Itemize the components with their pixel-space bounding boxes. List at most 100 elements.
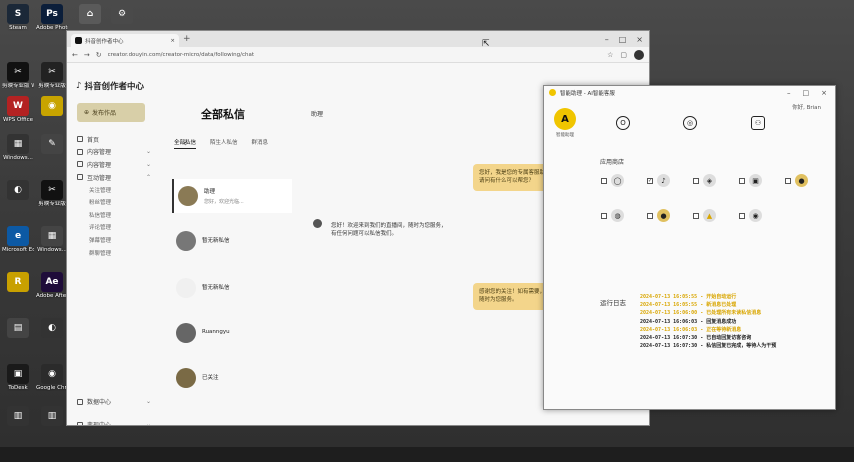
- desktop-icon[interactable]: ◐: [2, 180, 34, 201]
- conversation-name: 暂无新私信: [202, 284, 230, 291]
- desktop-icon[interactable]: ◉Google Chrome: [36, 364, 68, 391]
- desktop-icon[interactable]: ▤: [2, 318, 34, 339]
- home-icon[interactable]: O: [616, 116, 630, 130]
- app-checkbox[interactable]: [693, 177, 699, 184]
- app-item[interactable]: ▲: [693, 209, 716, 222]
- desktop-icon[interactable]: ⚙: [106, 4, 138, 25]
- desktop-icon[interactable]: ✂ 剪映专业版: [36, 62, 68, 89]
- url-field[interactable]: creator.douyin.com/creator-micro/data/fo…: [108, 52, 601, 58]
- desktop-app-icon: ◐: [41, 318, 63, 338]
- desktop-app-icon: ▤: [7, 318, 29, 338]
- app-checkbox[interactable]: ✓: [647, 177, 653, 184]
- new-tab-icon[interactable]: +: [183, 34, 191, 44]
- sidebar-item[interactable]: 互动管理 ⌃: [75, 171, 155, 184]
- back-icon[interactable]: ←: [72, 51, 78, 59]
- desktop-app-icon: ✎: [41, 134, 63, 154]
- run-log: 2024-07-13 16:05:55 - 开始自动运行 2024-07-13 1…: [640, 293, 830, 350]
- sidebar-item[interactable]: 内容管理 ⌄: [75, 146, 155, 159]
- desktop-icon[interactable]: ▣ ToDesk: [2, 364, 34, 391]
- log-label: 运行日志: [600, 299, 626, 307]
- desktop-icon[interactable]: W WPS Office: [2, 96, 34, 123]
- user-icon[interactable]: ⚇: [751, 116, 765, 130]
- filter-tab[interactable]: 陌生人私信: [210, 138, 238, 149]
- assistant-title: 智能助理 - AI智能客服: [560, 90, 615, 97]
- app-item[interactable]: ◈: [693, 174, 716, 187]
- sidebar-item-label: 群聊管理: [89, 250, 112, 257]
- desktop-icon[interactable]: ◐: [36, 318, 68, 339]
- sidebar-item[interactable]: 粉丝管理: [75, 196, 155, 209]
- sidebar-item[interactable]: 关注管理: [75, 183, 155, 196]
- app-icon: ◈: [703, 174, 716, 187]
- conversation-item[interactable]: Ruanngyu: [172, 316, 292, 350]
- desktop-app-icon: W: [7, 96, 29, 116]
- maximize-icon[interactable]: □: [619, 35, 627, 44]
- app-checkbox[interactable]: [601, 212, 607, 219]
- sidebar-item-label: 变现中心: [87, 422, 112, 426]
- forward-icon[interactable]: →: [84, 51, 90, 59]
- conversation-avatar: [178, 186, 198, 206]
- desktop-icon[interactable]: ◉: [36, 96, 68, 117]
- sidebar-item[interactable]: 弹幕管理: [75, 234, 155, 247]
- sidebar-item[interactable]: 内容管理 ⌄: [75, 158, 155, 171]
- desktop-icon[interactable]: ✂ 剪映专业版: [36, 180, 68, 207]
- app-checkbox[interactable]: [693, 212, 699, 219]
- app-item[interactable]: ◯: [601, 174, 624, 187]
- app-item[interactable]: ●: [647, 209, 670, 222]
- desktop-icon[interactable]: ▦ Windows...: [2, 134, 34, 161]
- app-checkbox[interactable]: [647, 212, 653, 219]
- conversation-text: 助理 您好，欢迎光临...: [204, 187, 282, 205]
- conversation-item[interactable]: 助理 您好，欢迎光临...: [172, 179, 292, 213]
- desktop-icon[interactable]: AeAdobe After Effects 2022: [36, 272, 68, 299]
- filter-tab[interactable]: 群消息: [252, 138, 269, 149]
- filter-tab[interactable]: 全部私信: [174, 138, 197, 149]
- chevron-icon: ⌄: [145, 421, 151, 426]
- sidebar-item[interactable]: 私信管理: [75, 209, 155, 222]
- chat-bubble: 您好！欢迎来到我们的直播间，随时为您服务，有任何问题可以私信我们。: [331, 223, 447, 238]
- maximize-icon[interactable]: □: [803, 89, 810, 97]
- message-filters: 全部私信 陌生人私信 群消息: [174, 138, 268, 149]
- app-item[interactable]: ●: [785, 174, 808, 187]
- sidebar-item[interactable]: 评论管理: [75, 221, 155, 234]
- app-checkbox[interactable]: [785, 177, 791, 184]
- settings-icon[interactable]: ◎: [683, 116, 697, 130]
- desktop-icon[interactable]: PsAdobe Photoshop: [36, 4, 68, 31]
- sidebar-item[interactable]: 数据中心 ⌄: [75, 390, 155, 413]
- bookmark-star-icon[interactable]: ☆: [607, 51, 613, 59]
- minimize-icon[interactable]: –: [605, 35, 609, 44]
- desktop-icon[interactable]: ▥: [36, 406, 68, 427]
- sidebar-item[interactable]: 变现中心 ⌄: [75, 413, 155, 426]
- desktop-icon[interactable]: S Steam: [2, 4, 34, 31]
- desktop-icon-label: Steam: [9, 25, 27, 31]
- chat-avatar: [313, 219, 322, 228]
- close-icon[interactable]: ×: [821, 89, 827, 97]
- desktop-icon[interactable]: ▥: [2, 406, 34, 427]
- sidebar-item-label: 内容管理: [87, 161, 112, 169]
- close-tab-icon[interactable]: ×: [170, 38, 175, 44]
- sidebar-item[interactable]: 群聊管理: [75, 246, 155, 259]
- profile-avatar[interactable]: [634, 49, 644, 60]
- desktop-icon[interactable]: R: [2, 272, 34, 293]
- conversation-item[interactable]: 已关注: [172, 361, 292, 395]
- conversation-item[interactable]: 暂无新私信: [172, 271, 292, 305]
- desktop-icon[interactable]: ✂剪映专业版 WeCooler: [2, 62, 34, 89]
- app-item[interactable]: ✓ ♪: [647, 174, 670, 187]
- reload-icon[interactable]: ↻: [96, 51, 102, 59]
- sidebar-item[interactable]: 首页: [75, 133, 155, 146]
- desktop-icon[interactable]: eMicrosoft Edge: [2, 226, 34, 253]
- minimize-icon[interactable]: –: [787, 89, 791, 97]
- desktop-icon[interactable]: ✎: [36, 134, 68, 155]
- app-item[interactable]: ◍: [601, 209, 624, 222]
- extensions-icon[interactable]: ▢: [620, 51, 627, 59]
- app-checkbox[interactable]: [739, 212, 745, 219]
- douyin-logo-icon: ♪: [76, 81, 82, 91]
- app-checkbox[interactable]: [739, 177, 745, 184]
- app-item[interactable]: ◉: [739, 209, 762, 222]
- close-icon[interactable]: ×: [636, 35, 643, 44]
- conversation-item[interactable]: 暂无新私信: [172, 224, 292, 258]
- upload-button[interactable]: ⊕ 发布作品: [77, 103, 145, 122]
- browser-tab[interactable]: 抖音创作者中心 ×: [71, 34, 179, 47]
- desktop-icon[interactable]: ⌂: [74, 4, 106, 25]
- app-item[interactable]: ▣: [739, 174, 762, 187]
- desktop-icon[interactable]: ▦ Windows...: [36, 226, 68, 253]
- app-checkbox[interactable]: [601, 177, 607, 184]
